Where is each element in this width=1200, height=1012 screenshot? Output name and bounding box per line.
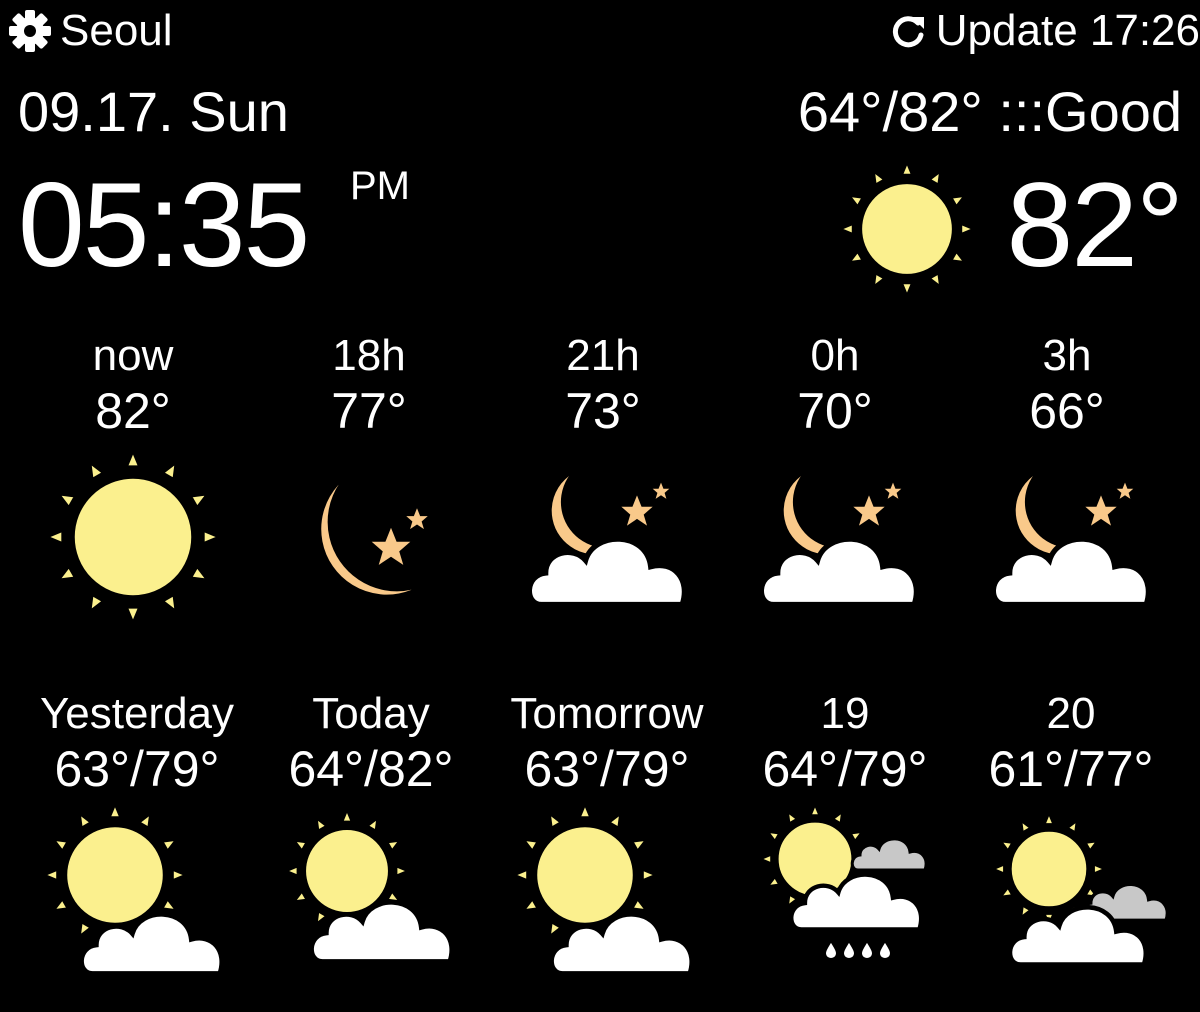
daily-day: 20	[1046, 689, 1096, 738]
sun-cloud-icon	[276, 804, 466, 994]
settings-button[interactable]: Seoul	[6, 6, 186, 56]
top-bar: Seoul Update 17:26	[0, 0, 1200, 60]
hourly-temp: 66°	[1029, 383, 1105, 439]
hourly-time: 21h	[566, 331, 640, 380]
hourly-time: 3h	[1042, 331, 1092, 380]
daily-item-20: 20 61°/77°	[954, 688, 1188, 994]
hourly-temp: 82°	[95, 383, 171, 439]
moon-cloud-icon	[508, 464, 698, 632]
daily-range: 64°/79°	[762, 741, 928, 797]
hourly-item-18h: 18h 77°	[252, 330, 486, 632]
sun-cloud-icon	[42, 804, 232, 994]
current-temperature: 82°	[1006, 158, 1184, 292]
hourly-time: 0h	[810, 331, 860, 380]
hourly-temp: 77°	[331, 383, 407, 439]
clock-time: 05:35	[18, 158, 310, 292]
sun-clouds-icon	[976, 804, 1166, 994]
hourly-item-0h: 0h 70°	[718, 330, 952, 632]
refresh-icon	[892, 16, 924, 48]
daily-day: 19	[820, 689, 870, 738]
update-button[interactable]: Update 17:26	[888, 6, 1200, 56]
moon-cloud-icon	[972, 464, 1162, 632]
daily-day: Tomorrow	[510, 689, 704, 738]
moon-stars-icon	[316, 464, 438, 600]
hourly-item-3h: 3h 66°	[950, 330, 1184, 632]
clock-ampm: PM	[350, 164, 410, 208]
hourly-temp: 73°	[565, 383, 641, 439]
hourly-item-21h: 21h 73°	[486, 330, 720, 632]
daily-range: 63°/79°	[524, 741, 690, 797]
gear-icon	[9, 10, 51, 52]
date-label: 09.17. Sun	[18, 80, 289, 143]
daily-item-today: Today 64°/82°	[254, 688, 488, 994]
daily-range: 61°/77°	[988, 741, 1154, 797]
sun-cloud-icon	[512, 804, 702, 994]
sun-rain-cloud-icon	[750, 804, 928, 960]
today-range-quality: 64°/82° :::Good	[797, 80, 1182, 143]
city-name: Seoul	[60, 6, 173, 55]
update-label: Update 17:26	[935, 6, 1200, 55]
daily-range: 63°/79°	[54, 741, 220, 797]
daily-item-tomorrow: Tomorrow 63°/79°	[490, 688, 724, 994]
daily-item-19: 19 64°/79°	[728, 688, 962, 994]
hourly-time: now	[92, 331, 174, 380]
sun-icon	[38, 442, 228, 632]
sun-icon	[836, 158, 978, 300]
hourly-item-now: now 82°	[16, 330, 250, 632]
daily-day: Yesterday	[39, 689, 235, 738]
daily-item-yesterday: Yesterday 63°/79°	[20, 688, 254, 994]
daily-range: 64°/82°	[288, 741, 454, 797]
moon-cloud-icon	[740, 464, 930, 632]
daily-day: Today	[312, 689, 430, 738]
hourly-temp: 70°	[797, 383, 873, 439]
hourly-time: 18h	[332, 331, 406, 380]
